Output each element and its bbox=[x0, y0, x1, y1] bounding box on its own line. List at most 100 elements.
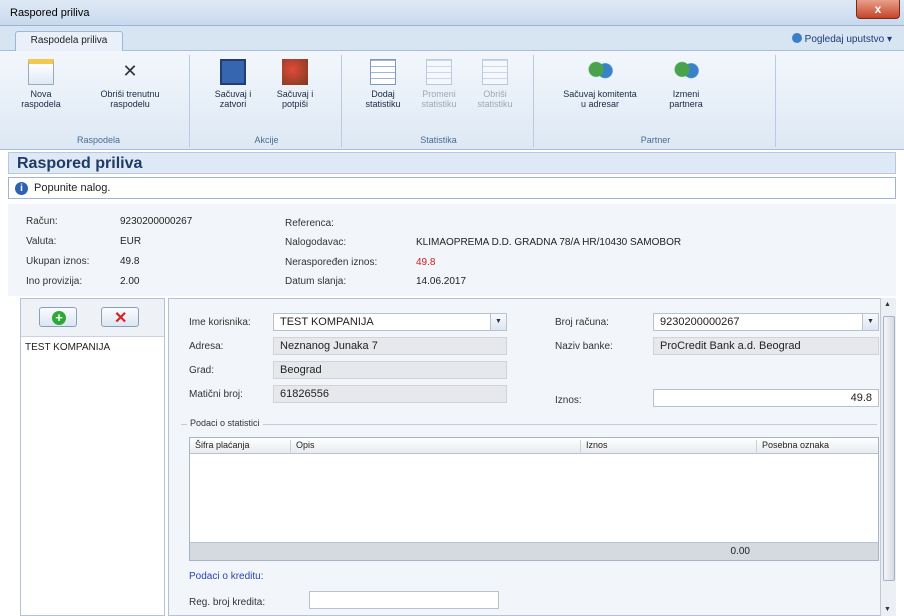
ime-select[interactable]: TEST KOMPANIJA ▼ bbox=[273, 313, 507, 331]
group-label-partner: Partner bbox=[640, 135, 671, 145]
sacuvaj-potpisi-button[interactable]: Sačuvaj i potpiši bbox=[270, 59, 320, 109]
mb-field[interactable]: 61826556 bbox=[273, 385, 507, 403]
group-partner: Sačuvaj komitenta u adresar Izmeni partn… bbox=[536, 55, 776, 147]
referenca-label: Referenca: bbox=[285, 218, 334, 229]
datum-label: Datum slanja: bbox=[285, 276, 347, 287]
valuta-value: EUR bbox=[120, 236, 142, 247]
broj-select[interactable]: 9230200000267 ▼ bbox=[653, 313, 879, 331]
sacuvaj-zatvori-button[interactable]: Sačuvaj i zatvori bbox=[208, 59, 258, 109]
promeni-label-1: Promeni bbox=[422, 89, 456, 99]
window-title: Raspored priliva bbox=[10, 7, 90, 19]
info-icon: i bbox=[15, 182, 28, 195]
group-raspodela: Nova raspodela ✕ Obriši trenutnu raspode… bbox=[8, 55, 190, 147]
ribbon-tab-row: Raspodela priliva Pogledaj uputstvo ▾ bbox=[0, 26, 904, 51]
add-grid-icon bbox=[370, 59, 396, 85]
total-value: 0.00 bbox=[730, 546, 750, 557]
stat-legend: Podaci o statistici bbox=[187, 418, 263, 428]
tab-raspodela-priliva[interactable]: Raspodela priliva bbox=[15, 31, 123, 51]
edit-partner-icon bbox=[673, 59, 699, 85]
datum-value: 14.06.2017 bbox=[416, 276, 467, 287]
info-message: Popunite nalog. bbox=[34, 182, 111, 194]
scroll-up-icon[interactable]: ▲ bbox=[884, 301, 891, 308]
kredit-header: Podaci o kreditu: bbox=[189, 571, 264, 582]
provizija-label: Ino provizija: bbox=[26, 276, 83, 287]
delete-grid-icon bbox=[482, 59, 508, 85]
promeni-statistiku-button[interactable]: Promeni statistiku bbox=[414, 59, 464, 109]
adresa-label: Adresa: bbox=[189, 341, 224, 352]
close-button[interactable]: x bbox=[856, 0, 900, 19]
col-posebna-oznaka[interactable]: Posebna oznaka bbox=[756, 440, 829, 452]
ukupan-value: 49.8 bbox=[120, 256, 140, 267]
racun-value: 9230200000267 bbox=[120, 216, 193, 227]
broj-value: 9230200000267 bbox=[660, 316, 740, 328]
obrisi-label-2: raspodelu bbox=[110, 99, 150, 109]
iznos-field[interactable]: 49.8 bbox=[653, 389, 879, 407]
scroll-down-icon[interactable]: ▼ bbox=[884, 606, 891, 613]
dodaj-statistiku-button[interactable]: Dodaj statistiku bbox=[360, 59, 406, 109]
banka-field[interactable]: ProCredit Bank a.d. Beograd bbox=[653, 337, 879, 355]
sp-label-1: Sačuvaj i bbox=[276, 89, 314, 99]
provizija-value: 2.00 bbox=[120, 276, 140, 287]
ukupan-label: Ukupan iznos: bbox=[26, 256, 90, 267]
chevron-down-icon[interactable]: ▼ bbox=[490, 314, 506, 330]
col-opis[interactable]: Opis bbox=[290, 440, 315, 452]
group-label-akcije: Akcije bbox=[254, 135, 279, 145]
reg-field[interactable] bbox=[309, 591, 499, 609]
obrisi-stat-label-1: Obriši bbox=[483, 89, 507, 99]
sz-label-1: Sačuvaj i bbox=[214, 89, 252, 99]
racun-label: Račun: bbox=[26, 216, 58, 227]
x-icon: ✕ bbox=[114, 310, 128, 327]
nalogodavac-label: Nalogodavac: bbox=[285, 237, 347, 248]
obrisi-statistiku-button[interactable]: Obriši statistiku bbox=[470, 59, 520, 109]
group-akcije: Sačuvaj i zatvori Sačuvaj i potpiši Akci… bbox=[192, 55, 342, 147]
page-title: Raspored priliva bbox=[17, 155, 143, 172]
chevron-down-icon[interactable]: ▼ bbox=[862, 314, 878, 330]
broj-label: Broj računa: bbox=[555, 317, 609, 328]
help-icon bbox=[791, 33, 802, 43]
statistika-section: Podaci o statistici Šifra plaćanja Opis … bbox=[181, 418, 879, 562]
vertical-scrollbar[interactable]: ▲ ▼ bbox=[880, 298, 896, 616]
sign-icon bbox=[282, 59, 308, 85]
list-item[interactable]: TEST KOMPANIJA bbox=[25, 342, 110, 353]
list-toolbar: + ✕ bbox=[21, 299, 164, 337]
add-partner-button[interactable]: + bbox=[39, 307, 77, 327]
obrisi-label-1: Obriši trenutnu bbox=[100, 89, 160, 99]
partner-list-panel: + ✕ TEST KOMPANIJA bbox=[20, 298, 165, 616]
dodaj-label-2: statistiku bbox=[365, 99, 401, 109]
sacuvaj-komitenta-button[interactable]: Sačuvaj komitenta u adresar bbox=[552, 59, 648, 109]
mb-label: Matični broj: bbox=[189, 389, 243, 400]
obrisi-stat-label-2: statistiku bbox=[477, 99, 513, 109]
sz-label-2: zatvori bbox=[219, 99, 247, 109]
col-sifra[interactable]: Šifra plaćanja bbox=[190, 440, 250, 452]
help-link[interactable]: Pogledaj uputstvo ▾ bbox=[791, 33, 892, 45]
nova-raspodela-button[interactable]: Nova raspodela bbox=[10, 59, 72, 109]
neraspor-value: 49.8 bbox=[416, 257, 436, 268]
col-iznos[interactable]: Iznos bbox=[580, 440, 608, 452]
nalogodavac-value: KLIMAOPREMA D.D. GRADNA 78/A HR/10430 SA… bbox=[416, 237, 682, 248]
ime-label: Ime korisnika: bbox=[189, 317, 251, 328]
table-header: Šifra plaćanja Opis Iznos Posebna oznaka bbox=[190, 438, 878, 454]
remove-partner-button[interactable]: ✕ bbox=[101, 307, 139, 327]
promeni-label-2: statistiku bbox=[421, 99, 457, 109]
group-label-statistika: Statistika bbox=[420, 135, 457, 145]
adresa-field[interactable]: Neznanog Junaka 7 bbox=[273, 337, 507, 355]
statistika-table: Šifra plaćanja Opis Iznos Posebna oznaka… bbox=[189, 437, 879, 561]
ime-value: TEST KOMPANIJA bbox=[280, 316, 374, 328]
izmeni-partnera-button[interactable]: Izmeni partnera bbox=[656, 59, 716, 109]
grad-label: Grad: bbox=[189, 365, 215, 376]
sp-label-2: potpiši bbox=[281, 99, 308, 109]
group-label-raspodela: Raspodela bbox=[76, 135, 121, 145]
obrisi-raspodelu-button[interactable]: ✕ Obriši trenutnu raspodelu bbox=[80, 59, 180, 109]
komitent-label-2: u adresar bbox=[580, 99, 620, 109]
contacts-icon bbox=[587, 59, 613, 85]
nova-label: Nova raspodela bbox=[21, 89, 61, 109]
title-bar: Raspored priliva x bbox=[0, 0, 904, 26]
new-document-icon bbox=[28, 59, 54, 85]
iznos-label: Iznos: bbox=[555, 395, 582, 406]
ribbon: Nova raspodela ✕ Obriši trenutnu raspode… bbox=[0, 51, 904, 150]
izmeni-label-1: Izmeni bbox=[672, 89, 700, 99]
page-header: Raspored priliva bbox=[8, 152, 896, 174]
scroll-thumb[interactable] bbox=[883, 316, 895, 581]
valuta-label: Valuta: bbox=[26, 236, 57, 247]
grad-field[interactable]: Beograd bbox=[273, 361, 507, 379]
